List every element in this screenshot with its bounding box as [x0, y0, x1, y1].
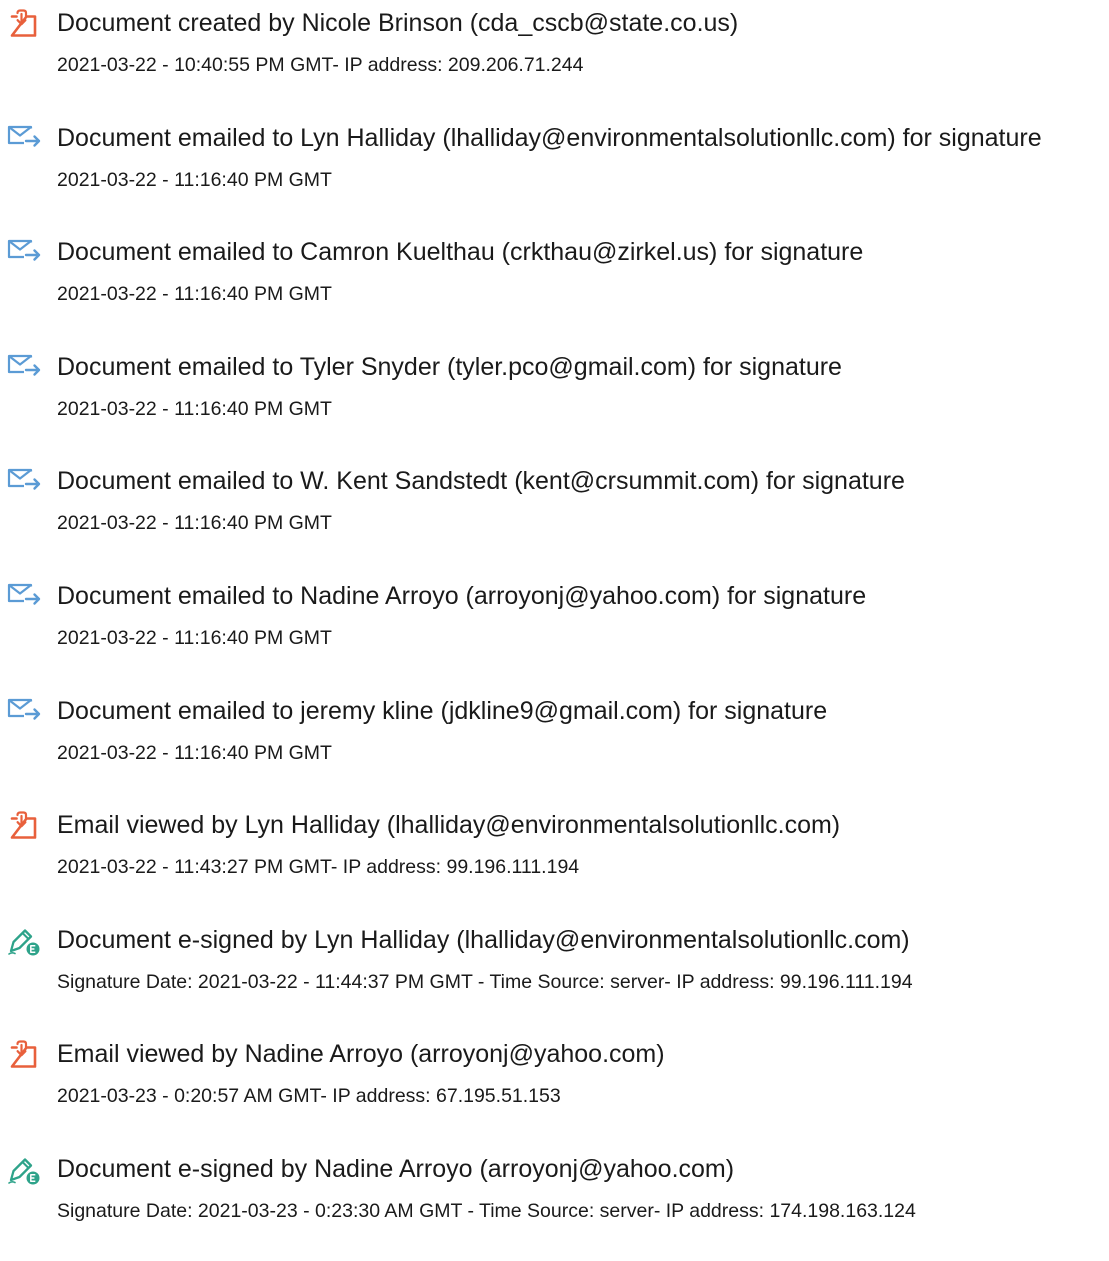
- esign-icon: [7, 1155, 41, 1185]
- email-sent-icon: [7, 467, 41, 497]
- event-title: Document created by Nicole Brinson (cda_…: [57, 9, 739, 37]
- audit-event: Document e-signed by Lyn Halliday (lhall…: [0, 917, 1109, 1032]
- audit-event: Document emailed to Nadine Arroyo (arroy…: [0, 573, 1109, 688]
- email-sent-icon: [7, 697, 41, 727]
- audit-event: Document emailed to W. Kent Sandstedt (k…: [0, 458, 1109, 573]
- event-detail: 2021-03-22 - 11:16:40 PM GMT: [57, 512, 332, 535]
- audit-event: Document e-signed by Nadine Arroyo (arro…: [0, 1146, 1109, 1261]
- event-title: Document emailed to W. Kent Sandstedt (k…: [57, 467, 905, 496]
- audit-event: Email viewed by Lyn Halliday (lhalliday@…: [0, 802, 1109, 917]
- event-title: Document emailed to Lyn Halliday (lhalli…: [57, 123, 1042, 152]
- audit-log: Document created by Nicole Brinson (cda_…: [0, 0, 1109, 1261]
- event-detail: 2021-03-22 - 11:16:40 PM GMT: [57, 168, 332, 191]
- event-title: Document emailed to Tyler Snyder (tyler.…: [57, 352, 842, 381]
- event-detail: 2021-03-22 - 11:16:40 PM GMT: [57, 283, 332, 306]
- event-title: Document e-signed by Nadine Arroyo (arro…: [57, 1154, 735, 1183]
- event-detail: 2021-03-22 - 11:43:27 PM GMT- IP address…: [57, 856, 580, 879]
- email-sent-icon: [7, 124, 41, 154]
- event-title: Document emailed to Nadine Arroyo (arroy…: [57, 581, 867, 610]
- event-title: Email viewed by Lyn Halliday (lhalliday@…: [57, 811, 841, 840]
- email-sent-icon: [7, 238, 41, 268]
- audit-event: Document emailed to Camron Kuelthau (crk…: [0, 229, 1109, 344]
- event-detail: 2021-03-23 - 0:20:57 AM GMT- IP address:…: [57, 1085, 561, 1108]
- event-detail: 2021-03-22 - 11:16:40 PM GMT: [57, 626, 332, 649]
- event-title: Document emailed to Camron Kuelthau (crk…: [57, 238, 864, 267]
- audit-event: Document emailed to Lyn Halliday (lhalli…: [0, 115, 1109, 230]
- event-detail: 2021-03-22 - 11:16:40 PM GMT: [57, 397, 332, 420]
- event-detail: 2021-03-22 - 11:16:40 PM GMT: [57, 741, 332, 764]
- event-title: Document emailed to jeremy kline (jdklin…: [57, 696, 828, 725]
- audit-event: Document emailed to Tyler Snyder (tyler.…: [0, 344, 1109, 459]
- esign-icon: [7, 926, 41, 956]
- document-icon: [7, 1040, 41, 1070]
- event-detail: Signature Date: 2021-03-23 - 0:23:30 AM …: [57, 1199, 916, 1222]
- audit-event: Email viewed by Nadine Arroyo (arroyonj@…: [0, 1031, 1109, 1146]
- event-title: Document e-signed by Lyn Halliday (lhall…: [57, 925, 910, 954]
- event-detail: Signature Date: 2021-03-22 - 11:44:37 PM…: [57, 970, 913, 993]
- document-icon: [7, 811, 41, 841]
- document-icon: [7, 9, 41, 39]
- audit-event: Document emailed to jeremy kline (jdklin…: [0, 688, 1109, 803]
- email-sent-icon: [7, 582, 41, 612]
- event-detail: 2021-03-22 - 10:40:55 PM GMT- IP address…: [57, 54, 584, 76]
- audit-event: Document created by Nicole Brinson (cda_…: [0, 0, 1109, 115]
- event-title: Email viewed by Nadine Arroyo (arroyonj@…: [57, 1040, 665, 1069]
- email-sent-icon: [7, 353, 41, 383]
